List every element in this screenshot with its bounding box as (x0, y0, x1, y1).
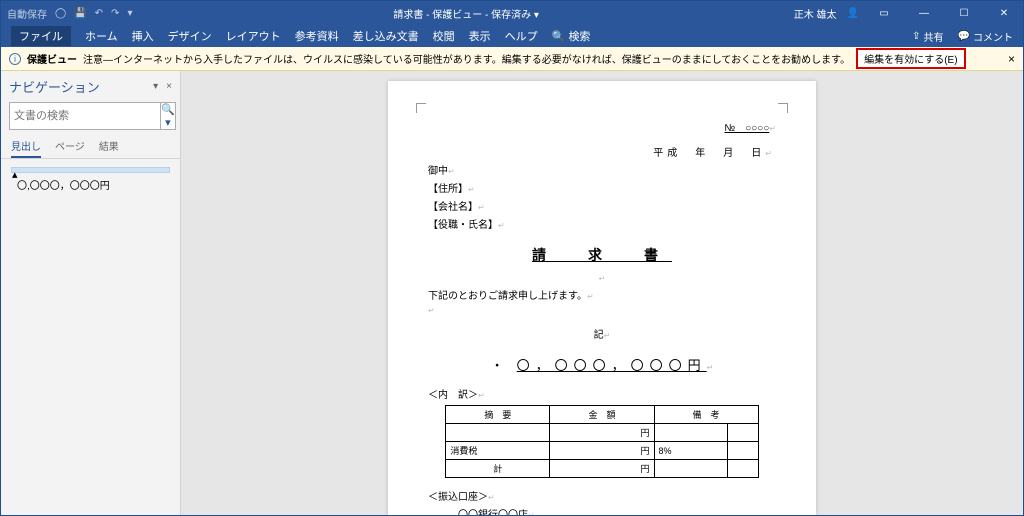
nav-tab-pages[interactable]: ページ (55, 138, 85, 158)
nav-outline-item[interactable]: 〇,〇〇〇，〇〇〇円 (5, 175, 176, 194)
user-name[interactable]: 正木 雄太 (794, 6, 837, 21)
qat-more-icon[interactable]: ▾ (127, 8, 132, 19)
document-area[interactable]: № ○○○○↵ 平成 年 月 日↵ 御中↵ 【住所】↵ 【会社名】↵ 【役職・氏… (181, 71, 1023, 515)
msgbar-close-icon[interactable]: × (1008, 52, 1015, 66)
close-icon[interactable]: ✕ (989, 8, 1019, 19)
maximize-icon[interactable]: ☐ (949, 8, 979, 19)
autosave-toggle[interactable]: ◯ (55, 8, 66, 19)
tab-view[interactable]: 表示 (469, 28, 491, 44)
word-app-window: 自動保存 ◯ 💾 ↶ ↷ ▾ 請求書 - 保護ビュー - 保存済み ▾ 正木 雄… (0, 0, 1024, 516)
doc-ki: 記 (594, 330, 604, 341)
protected-view-text: 注意—インターネットから入手したファイルは、ウイルスに感染している可能性がありま… (83, 51, 850, 66)
titlebar: 自動保存 ◯ 💾 ↶ ↷ ▾ 請求書 - 保護ビュー - 保存済み ▾ 正木 雄… (1, 1, 1023, 25)
tab-home[interactable]: ホーム (85, 28, 118, 44)
doc-title: 請求書 - 保護ビュー - 保存済み ▾ (138, 6, 793, 21)
minimize-icon[interactable]: — (909, 8, 939, 19)
undo-icon[interactable]: ↶ (95, 8, 103, 19)
nav-close-icon[interactable]: × (166, 81, 172, 92)
navigation-pane: ナビゲーション ▾ × 🔍▾ 見出し ページ 結果 ▴ 〇,〇〇〇，〇〇〇円 (1, 71, 181, 515)
nav-heading-bar[interactable]: ▴ (11, 167, 170, 173)
doc-furikomi: ＜振込口座＞ (428, 492, 488, 503)
doc-addr2: 【会社名】 (428, 202, 478, 213)
info-icon: i (9, 53, 21, 65)
enable-editing-button[interactable]: 編集を有効にする(E) (856, 48, 965, 69)
tab-references[interactable]: 参考資料 (295, 28, 339, 44)
protected-view-bar: i 保護ビュー 注意—インターネットから入手したファイルは、ウイルスに感染してい… (1, 47, 1023, 71)
doc-addr1: 【住所】 (428, 184, 468, 195)
nav-tab-headings[interactable]: 見出し (11, 138, 41, 158)
quick-access-toolbar: 自動保存 ◯ 💾 ↶ ↷ ▾ (1, 6, 138, 21)
doc-addr3: 【役職・氏名】 (428, 220, 498, 231)
tab-file[interactable]: ファイル (11, 26, 71, 46)
protected-view-label: 保護ビュー (27, 51, 77, 66)
nav-search-button[interactable]: 🔍▾ (160, 102, 176, 130)
doc-table: 摘 要金 額備 考 円 消費税円8% 計円 (445, 405, 758, 478)
document-page: № ○○○○↵ 平成 年 月 日↵ 御中↵ 【住所】↵ 【会社名】↵ 【役職・氏… (388, 81, 816, 515)
doc-title-heading: 請 求 書 (428, 245, 776, 265)
tab-layout[interactable]: レイアウト (226, 28, 281, 44)
doc-bank1: 〇〇銀行〇〇店 (458, 510, 528, 515)
doc-date: 平成 年 月 日↵ (428, 144, 776, 159)
doc-intro: 下記のとおりご請求申し上げます。 (428, 291, 587, 302)
search-label[interactable]: 🔍 検索 (552, 28, 591, 44)
comments-button[interactable]: 💬 コメント (958, 29, 1013, 44)
doc-uchiwake: ＜内 訳＞ (428, 390, 478, 401)
ribbon-tabs: ファイル ホーム 挿入 デザイン レイアウト 参考資料 差し込み文書 校閲 表示… (1, 25, 1023, 47)
tab-help[interactable]: ヘルプ (505, 28, 538, 44)
autosave-label: 自動保存 (7, 6, 47, 21)
tab-insert[interactable]: 挿入 (132, 28, 154, 44)
nav-search-input[interactable] (9, 102, 160, 130)
share-button[interactable]: ⇪ 共有 (912, 29, 943, 44)
tab-mailings[interactable]: 差し込み文書 (353, 28, 419, 44)
save-icon[interactable]: 💾 (74, 8, 86, 19)
user-avatar-icon[interactable]: 👤 (847, 8, 859, 19)
tab-design[interactable]: デザイン (168, 28, 212, 44)
nav-tab-results[interactable]: 結果 (99, 138, 119, 158)
doc-amount: 〇，〇〇〇，〇〇〇円 (517, 358, 707, 373)
ribbon-display-icon[interactable]: ▭ (869, 8, 899, 19)
nav-title: ナビゲーション (9, 77, 100, 96)
redo-icon[interactable]: ↷ (111, 8, 119, 19)
doc-number: № ○○○○ (724, 123, 769, 134)
nav-dropdown-icon[interactable]: ▾ (153, 81, 158, 92)
tab-review[interactable]: 校閲 (433, 28, 455, 44)
doc-onchu: 御中 (428, 166, 448, 177)
